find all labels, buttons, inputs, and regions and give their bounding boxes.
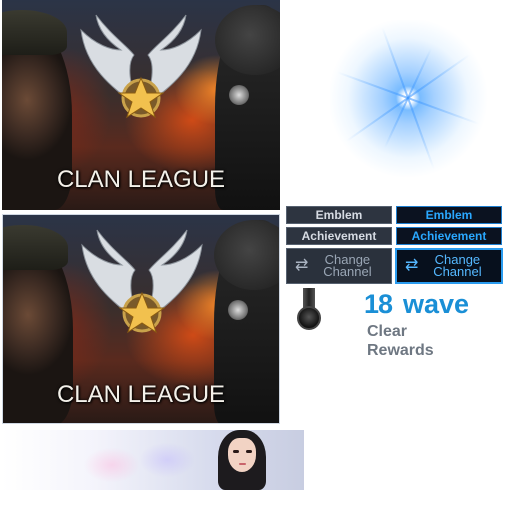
light-flare-icon xyxy=(330,20,490,180)
clan-league-banner: CLAN LEAGUE xyxy=(2,0,280,210)
achievement-button-label: Achievement xyxy=(301,229,377,243)
clan-league-logo-text: CLAN LEAGUE xyxy=(56,381,226,408)
wave-label: wave xyxy=(403,289,470,319)
swap-arrows-icon: ⇄ xyxy=(405,257,419,274)
wings-star-emblem-icon xyxy=(80,14,202,119)
emblem-button-label: Emblem xyxy=(315,208,363,222)
character-banner xyxy=(2,430,304,490)
change-channel-button[interactable]: ⇄ Change Channel xyxy=(286,248,392,284)
emblem-button-label: Emblem xyxy=(425,208,473,222)
swap-arrows-icon: ⇄ xyxy=(295,257,309,274)
clan-league-banner-selected: CLAN LEAGUE xyxy=(2,214,280,424)
medal-icon xyxy=(297,306,321,330)
medal-ribbon-icon xyxy=(303,288,315,308)
change-channel-label: Change Channel xyxy=(433,252,482,279)
wave-number: 18 xyxy=(364,289,393,319)
wings-star-emblem-icon xyxy=(81,229,203,334)
emblem-button-active[interactable]: Emblem xyxy=(396,206,502,224)
clan-league-logo-text: CLAN LEAGUE xyxy=(56,166,226,193)
achievement-button[interactable]: Achievement xyxy=(286,227,392,245)
character-portrait xyxy=(210,430,280,490)
clear-rewards-label: Clear Rewards xyxy=(367,323,434,359)
change-channel-label: Change Channel xyxy=(323,252,372,279)
change-channel-button-active[interactable]: ⇄ Change Channel xyxy=(395,248,503,284)
emblem-button[interactable]: Emblem xyxy=(286,206,392,224)
achievement-button-active[interactable]: Achievement xyxy=(396,227,502,245)
achievement-button-label: Achievement xyxy=(411,229,487,243)
